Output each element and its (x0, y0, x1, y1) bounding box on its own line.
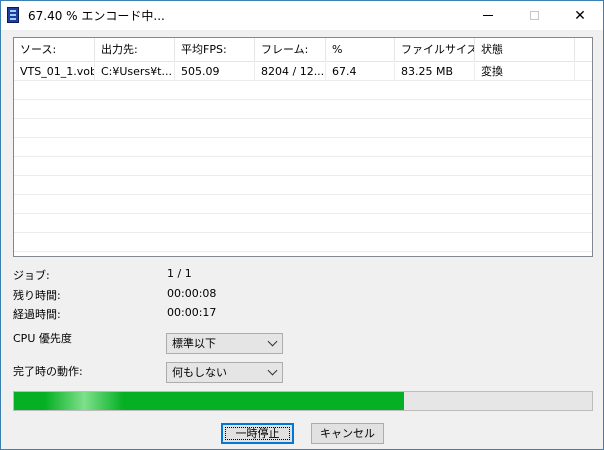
column-header-filesize[interactable]: ファイルサイズ: (395, 38, 475, 62)
cell-source: VTS_01_1.vob (14, 63, 95, 81)
empty-row (14, 158, 592, 176)
cell-percent: 67.4 (326, 63, 395, 81)
remaining-time-label: 残り時間: (13, 289, 61, 302)
empty-row (14, 215, 592, 233)
cpu-priority-value: 標準以下 (172, 337, 216, 350)
remaining-time-value: 00:00:08 (167, 287, 217, 300)
cell-filesize: 83.25 MB (395, 63, 475, 81)
cell-status: 変換 (475, 63, 575, 81)
on-complete-select[interactable]: 何もしない (166, 362, 283, 383)
list-header: ソース: 出力先: 平均FPS: フレーム: % ファイルサイズ: 状態 (14, 38, 592, 62)
pause-button[interactable]: 一時停止 (221, 423, 294, 444)
cpu-priority-select[interactable]: 標準以下 (166, 333, 283, 354)
empty-row (14, 234, 592, 252)
cpu-priority-label: CPU 優先度 (13, 332, 72, 345)
table-row[interactable]: VTS_01_1.vob C:¥Users¥t... 505.09 8204 /… (14, 63, 592, 81)
on-complete-value: 何もしない (172, 366, 227, 379)
on-complete-label: 完了時の動作: (13, 365, 83, 378)
empty-row (14, 101, 592, 119)
column-header-output[interactable]: 出力先: (95, 38, 175, 62)
column-header-fps[interactable]: 平均FPS: (175, 38, 255, 62)
maximize-button (511, 1, 557, 30)
chevron-down-icon (267, 336, 278, 347)
film-icon (7, 7, 19, 23)
job-value: 1 / 1 (167, 267, 192, 280)
minimize-button[interactable] (465, 1, 511, 30)
cell-output: C:¥Users¥t... (95, 63, 175, 81)
focus-rect (225, 427, 290, 440)
job-label: ジョブ: (13, 269, 50, 282)
empty-row (14, 82, 592, 100)
column-header-status[interactable]: 状態 (475, 38, 575, 62)
cell-frames: 8204 / 12... (255, 63, 326, 81)
progress-fill (14, 392, 404, 410)
column-header-frames[interactable]: フレーム: (255, 38, 326, 62)
minimize-icon (483, 15, 493, 16)
cancel-button[interactable]: キャンセル (311, 423, 384, 444)
empty-row (14, 139, 592, 157)
encode-progress-bar (13, 391, 593, 411)
window-title: 67.40 % エンコード中... (28, 9, 165, 23)
encode-window: 67.40 % エンコード中... ✕ ソース: 出力先: 平均FPS: フレー… (0, 0, 604, 450)
elapsed-time-label: 経過時間: (13, 308, 61, 321)
empty-row (14, 120, 592, 138)
cancel-button-label: キャンセル (320, 427, 375, 440)
column-header-source[interactable]: ソース: (14, 38, 95, 62)
chevron-down-icon (267, 365, 278, 376)
elapsed-time-value: 00:00:17 (167, 306, 217, 319)
title-bar[interactable]: 67.40 % エンコード中... ✕ (1, 1, 603, 30)
close-icon: ✕ (574, 7, 586, 24)
cell-fps: 505.09 (175, 63, 255, 81)
empty-row (14, 196, 592, 214)
empty-row (14, 177, 592, 195)
close-button[interactable]: ✕ (557, 1, 603, 30)
maximize-icon (529, 11, 539, 20)
column-header-percent[interactable]: % (326, 38, 395, 62)
encode-job-list[interactable]: ソース: 出力先: 平均FPS: フレーム: % ファイルサイズ: 状態 VTS… (13, 37, 593, 257)
